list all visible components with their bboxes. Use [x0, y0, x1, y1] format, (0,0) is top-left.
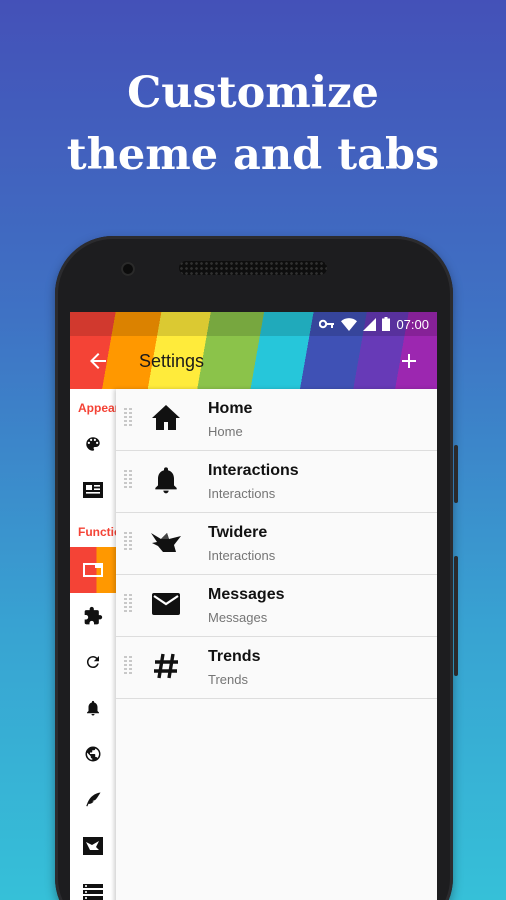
- hashtag-icon: [154, 653, 178, 679]
- plus-icon[interactable]: [397, 349, 421, 373]
- tab-title: Trends: [208, 648, 261, 665]
- settings-sidebar: Appearance Functions: [70, 389, 116, 900]
- tab-subtitle: Messages: [208, 610, 268, 625]
- promo-headline: Customize theme and tabs: [0, 62, 506, 186]
- tab-title: Messages: [208, 586, 285, 603]
- tab-subtitle: Trends: [208, 672, 248, 687]
- tab-subtitle: Home: [208, 424, 243, 439]
- sidebar-item-about[interactable]: [70, 823, 116, 869]
- tabs-list: Home Home Interactions Interactions Twid…: [116, 389, 437, 900]
- phone-screen: 07:00 Settings Appearance Functions: [70, 312, 437, 900]
- sidebar-item-network[interactable]: [70, 731, 116, 777]
- sidebar-item-cards[interactable]: [70, 467, 116, 513]
- list-item[interactable]: Home Home: [116, 389, 437, 451]
- twidere-icon: [83, 837, 103, 855]
- tabs-icon: [83, 563, 103, 577]
- status-bar: 07:00: [70, 312, 437, 336]
- sidebar-section-appearance: Appearance: [78, 401, 116, 415]
- tab-title: Twidere: [208, 524, 268, 541]
- app-bar: Settings: [70, 336, 437, 389]
- drag-handle-icon[interactable]: [124, 408, 132, 428]
- bell-icon: [155, 467, 177, 494]
- front-camera: [121, 262, 135, 276]
- sidebar-item-extensions[interactable]: [70, 593, 116, 639]
- drag-handle-icon[interactable]: [124, 470, 132, 490]
- sidebar-item-refresh[interactable]: [70, 639, 116, 685]
- tab-subtitle: Interactions: [208, 548, 276, 563]
- sidebar-item-compose[interactable]: [70, 777, 116, 823]
- drag-handle-icon[interactable]: [124, 594, 132, 614]
- envelope-icon: [152, 593, 180, 615]
- drag-handle-icon[interactable]: [124, 656, 132, 676]
- home-icon: [152, 405, 180, 430]
- tab-subtitle: Interactions: [208, 486, 276, 501]
- vpn-key-icon: [319, 319, 335, 329]
- sidebar-section-functions: Functions: [78, 525, 116, 539]
- extension-icon: [84, 606, 103, 625]
- status-time: 07:00: [396, 316, 429, 332]
- feather-icon: [86, 792, 101, 807]
- sidebar-item-tabs[interactable]: [70, 547, 116, 593]
- card-icon: [83, 482, 103, 498]
- sidebar-item-theme[interactable]: [70, 421, 116, 467]
- page-title: Settings: [139, 351, 205, 371]
- sidebar-item-notifications[interactable]: [70, 685, 116, 731]
- phone-volume-button: [454, 556, 458, 676]
- twidere-bird-icon: [151, 533, 181, 552]
- palette-icon: [86, 437, 100, 451]
- list-item[interactable]: Twidere Interactions: [116, 513, 437, 575]
- refresh-icon: [86, 656, 99, 669]
- list-item[interactable]: Messages Messages: [116, 575, 437, 637]
- list-item[interactable]: Trends Trends: [116, 637, 437, 699]
- arrow-back-icon[interactable]: [86, 349, 110, 373]
- drag-handle-icon[interactable]: [124, 532, 132, 552]
- headline-line-1: Customize: [127, 68, 379, 118]
- battery-icon: [382, 317, 391, 331]
- bell-icon: [87, 700, 99, 716]
- globe-icon: [85, 746, 101, 762]
- list-item[interactable]: Interactions Interactions: [116, 451, 437, 513]
- phone-power-button: [454, 445, 458, 503]
- signal-icon: [363, 317, 377, 331]
- tab-title: Home: [208, 400, 253, 417]
- tab-title: Interactions: [208, 462, 299, 479]
- wifi-icon: [341, 317, 358, 331]
- earpiece-speaker: [179, 261, 327, 275]
- headline-line-2: theme and tabs: [66, 130, 440, 180]
- sidebar-item-storage[interactable]: [70, 869, 116, 900]
- storage-icon: [83, 884, 103, 900]
